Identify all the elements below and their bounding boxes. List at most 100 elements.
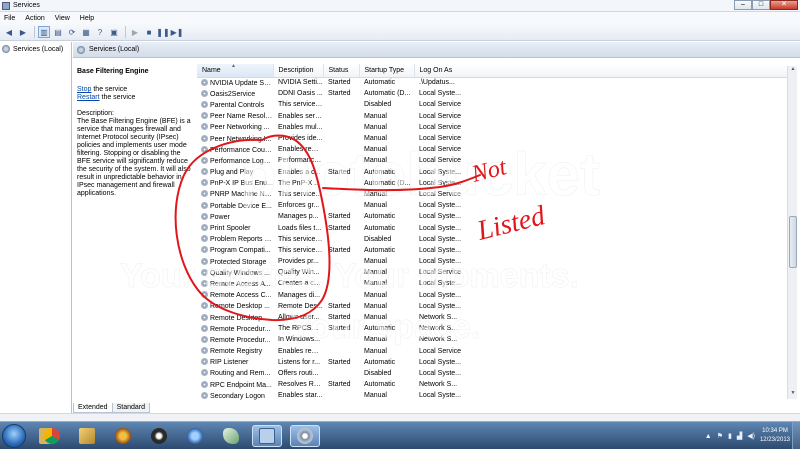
show-desktop-button[interactable] [792, 422, 800, 449]
table-row[interactable]: Remote Access A... Creates a co... Manual L… [197, 278, 788, 289]
minimize-button[interactable]: – [734, 0, 752, 10]
action-center-flag-icon[interactable]: ⚑ [717, 432, 723, 440]
steam-taskbar-icon[interactable] [144, 425, 174, 447]
volume-icon[interactable]: ◀) [747, 432, 755, 440]
show-hidden-icons-arrow-icon[interactable]: ▲ [705, 433, 712, 440]
stop-link[interactable]: Stop [77, 86, 91, 93]
table-row[interactable]: Power Manages p... Started Automatic Local S… [197, 211, 788, 222]
properties-icon[interactable]: ▤ [52, 26, 64, 38]
service-log-on-as-cell: Local Service [419, 123, 462, 131]
services-gear-taskbar-button[interactable] [290, 425, 320, 447]
table-row[interactable]: RPC Endpoint Ma... Resolves RP... Started A… [197, 379, 788, 390]
table-row[interactable]: Remote Registry Enables rem... Manual Local… [197, 346, 788, 357]
service-startup-type-cell: Manual [364, 202, 387, 210]
table-row[interactable]: Portable Device E... Enforces gr... Manual… [197, 200, 788, 211]
refresh-icon[interactable]: ⟳ [66, 26, 78, 38]
start-service-icon[interactable]: ▶ [129, 26, 141, 38]
tree-item-label: Services (Local) [13, 45, 64, 53]
close-button[interactable]: ✕ [770, 0, 798, 10]
clock[interactable]: 10:34 PM 12/23/2013 [760, 427, 790, 445]
service-log-on-as-cell: Local Syste... [419, 246, 462, 254]
menu-file[interactable]: File [4, 15, 15, 22]
service-startup-type-cell: Manual [364, 157, 387, 165]
services-table-body: NVIDIA Update Se... NVIDIA Setti... Starte… [197, 77, 788, 401]
maximize-button[interactable]: □ [752, 0, 770, 10]
menu-help[interactable]: Help [80, 15, 94, 22]
bird-app-taskbar-icon[interactable] [216, 425, 246, 447]
chrome-taskbar-icon[interactable] [37, 425, 67, 447]
service-description-cell: This service ... [278, 190, 323, 198]
pen-tool-taskbar-icon[interactable] [72, 425, 102, 447]
table-row[interactable]: Remote Procedur... In Windows... Manual Net… [197, 334, 788, 345]
service-description-cell: Enables rem... [278, 146, 323, 154]
tab-standard[interactable]: Standard [111, 403, 151, 413]
restart-service-icon[interactable]: ▶❚ [171, 26, 184, 38]
service-description-cell: Enables mul... [278, 123, 323, 131]
column-header-startup-type[interactable]: Startup Type [359, 64, 415, 78]
table-row[interactable]: PNRP Machine Na... This service ... Manual… [197, 189, 788, 200]
menu-action[interactable]: Action [25, 15, 44, 22]
service-name: Quality Windows ... [210, 269, 270, 277]
table-row[interactable]: Peer Networking ... Enables mul... Manual L… [197, 122, 788, 133]
vertical-scrollbar[interactable]: ▲ ▼ [787, 66, 797, 399]
help-icon[interactable]: ? [94, 26, 106, 38]
scroll-up-arrow-icon[interactable]: ▲ [788, 66, 798, 75]
forward-icon[interactable]: ▶ [17, 26, 29, 38]
service-name-cell: Remote Desktop ... [197, 301, 273, 312]
sort-ascending-icon: ▲ [231, 64, 236, 69]
show-hide-console-tree-icon[interactable]: ▥ [38, 26, 50, 38]
export-list-icon[interactable]: ▦ [80, 26, 92, 38]
restart-link[interactable]: Restart [77, 94, 100, 101]
tree-item-services-local[interactable]: Services (Local) [0, 42, 71, 56]
back-icon[interactable]: ◀ [3, 26, 15, 38]
service-name: Remote Desktop S... [210, 314, 273, 322]
stop-service-icon[interactable]: ■ [143, 26, 155, 38]
pause-service-icon[interactable]: ❚❚ [156, 26, 169, 38]
table-row[interactable]: Peer Networking I... Provides ide... Manua… [197, 133, 788, 144]
table-row[interactable]: Plug and Play Enables a c... Started Automa… [197, 167, 788, 178]
service-log-on-as-cell: Local Service [419, 135, 462, 143]
service-gear-icon [201, 78, 208, 86]
service-startup-type-cell: Manual [364, 123, 387, 131]
table-row[interactable]: Remote Procedur... The RPCSS ... Started Au… [197, 323, 788, 334]
table-row[interactable]: Remote Desktop ... Remote Des... Started Ma… [197, 301, 788, 312]
tab-extended[interactable]: Extended [73, 403, 113, 413]
service-status-cell: Started [328, 246, 351, 254]
column-header-name[interactable]: ▲ Name [197, 64, 274, 78]
table-row[interactable]: Quality Windows ... Quality Win... Manual L… [197, 267, 788, 278]
table-row[interactable]: Program Compati... This service ... Starte… [197, 245, 788, 256]
table-row[interactable]: Remote Desktop S... Allows user... Started… [197, 312, 788, 323]
column-header-description[interactable]: Description [273, 64, 324, 78]
table-row[interactable]: Peer Name Resolu... Enables serv... Manual… [197, 111, 788, 122]
table-row[interactable]: Routing and Rem... Offers routi... Disable… [197, 368, 788, 379]
table-row[interactable]: RIP Listener Listens for r... Started Autom… [197, 357, 788, 368]
service-log-on-as-cell: Local Syste... [419, 179, 462, 187]
table-row[interactable]: Secondary Logon Enables star... Manual Loca… [197, 390, 788, 401]
thunderbird-taskbar-icon[interactable] [180, 425, 210, 447]
column-header-status[interactable]: Status [323, 64, 360, 78]
menu-view[interactable]: View [55, 15, 70, 22]
start-button[interactable] [2, 424, 26, 448]
service-startup-type-cell: Automatic (D... [364, 90, 411, 98]
service-name-cell: Remote Desktop S... [197, 312, 273, 323]
table-row[interactable]: Performance Coun... Enables rem... Manual L… [197, 144, 788, 155]
table-row[interactable]: Protected Storage Provides pr... Manual Loc… [197, 256, 788, 267]
services-taskbar-button[interactable] [252, 425, 282, 447]
service-name: Plug and Play [210, 169, 254, 177]
table-row[interactable]: PnP-X IP Bus Enu... The PnP-X ... Automati… [197, 178, 788, 189]
table-row[interactable]: Print Spooler Loads files t... Started Auto… [197, 222, 788, 233]
table-row[interactable]: Problem Reports a... This service ... Disa… [197, 234, 788, 245]
scrollbar-thumb[interactable] [789, 216, 797, 268]
battery-icon[interactable]: ▮ [728, 432, 732, 440]
table-row[interactable]: NVIDIA Update Se... NVIDIA Setti... Starte… [197, 77, 788, 88]
network-icon[interactable]: ▟ [737, 432, 742, 440]
column-header-log-on-as[interactable]: Log On As [414, 64, 788, 78]
table-row[interactable]: Remote Access C... Manages di... Manual Loc… [197, 290, 788, 301]
scroll-down-arrow-icon[interactable]: ▼ [788, 390, 798, 399]
table-row[interactable]: Parental Controls This service ... Disable… [197, 99, 788, 110]
table-row[interactable]: Oasis2Service DDNI Oasis ... Started Automa… [197, 88, 788, 99]
table-row[interactable]: Performance Logs... Performance... Manual L… [197, 155, 788, 166]
service-description-cell: Enables serv... [278, 112, 323, 120]
game-client-taskbar-icon[interactable] [108, 425, 138, 447]
show-action-pane-icon[interactable]: ▣ [108, 26, 120, 38]
